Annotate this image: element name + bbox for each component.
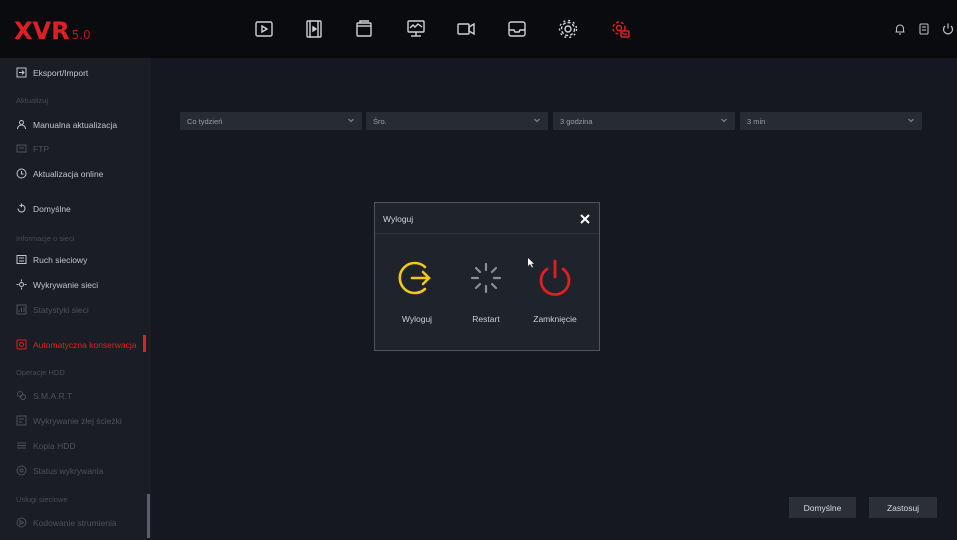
power-icon[interactable] (941, 22, 955, 36)
sidebar-item-smart[interactable]: S.M.A.R.T (16, 390, 72, 401)
sidebar-item-detect-status[interactable]: Status wykrywania (16, 465, 103, 476)
storage-icon[interactable] (504, 16, 530, 42)
sidebar-group-update: Aktualizuj (16, 96, 49, 105)
sidebar-item-bad-track[interactable]: Wykrywanie złej ścieżki (16, 415, 122, 426)
network-traffic-icon (16, 254, 27, 265)
network-stats-icon (16, 304, 27, 315)
sidebar-scrollbar[interactable] (147, 494, 150, 538)
frequency-select[interactable]: Co tydzień (180, 112, 362, 130)
hour-select[interactable]: 3 godzina (553, 112, 735, 130)
logout-icon (398, 261, 431, 295)
stream-encoding-icon (16, 517, 27, 528)
sidebar-group-hdd-operations: Operacje HDD (16, 368, 65, 377)
sidebar-group-network-info: Informacje o sieci (16, 234, 75, 243)
default-icon (16, 203, 27, 214)
close-icon[interactable] (579, 212, 591, 224)
minute-select[interactable]: 3 min (740, 112, 922, 130)
sidebar-item-auto-maintenance[interactable]: Automatyczna konserwacja (16, 339, 136, 350)
shutdown-icon (539, 259, 571, 296)
day-select[interactable]: Śro. (366, 112, 548, 130)
default-button[interactable]: Domyślne (789, 497, 856, 518)
sidebar-item-hdd-copy[interactable]: Kopia HDD (16, 440, 76, 451)
chevron-down-icon (533, 116, 541, 124)
printer-icon[interactable] (917, 22, 931, 36)
import-export-icon (16, 67, 27, 78)
chevron-down-icon (347, 116, 355, 124)
auto-maintenance-icon (16, 339, 27, 350)
restart-icon (470, 262, 502, 294)
detect-status-icon (16, 465, 27, 476)
sidebar-item-network-traffic[interactable]: Ruch sieciowy (16, 254, 87, 265)
sidebar-item-manual-update[interactable]: Manualna aktualizacja (16, 119, 117, 130)
manual-update-icon (16, 119, 27, 130)
video-clip-icon[interactable] (301, 16, 327, 42)
app-logo: XVR 5.0 (14, 17, 91, 45)
online-update-icon (16, 168, 27, 179)
monitor-icon[interactable] (403, 16, 429, 42)
top-bar: XVR 5.0 (0, 0, 957, 58)
dialog-divider (375, 233, 599, 234)
sidebar-item-default[interactable]: Domyślne (16, 203, 71, 214)
sidebar-item-stream-encoding[interactable]: Kodowanie strumienia (16, 517, 117, 528)
chevron-down-icon (720, 116, 728, 124)
camera-icon[interactable] (453, 16, 479, 42)
bad-track-icon (16, 415, 27, 426)
restart-option[interactable]: Restart (456, 256, 516, 324)
sidebar: Eksport/Import Aktualizuj Manualna aktua… (0, 58, 151, 540)
bell-icon[interactable] (893, 22, 907, 36)
sidebar-item-import-export[interactable]: Eksport/Import (16, 67, 88, 78)
maintenance-icon[interactable] (607, 16, 633, 42)
logout-option[interactable]: Wyloguj (387, 256, 447, 324)
dialog-title: Wyloguj (383, 214, 414, 224)
hdd-copy-icon (16, 440, 27, 451)
ftp-icon (16, 143, 27, 154)
sidebar-item-network-detect[interactable]: Wykrywanie sieci (16, 279, 98, 290)
logout-dialog: Wyloguj Wyloguj Restart Zamknięcie (374, 202, 600, 351)
mouse-cursor-icon (528, 258, 534, 268)
settings-icon[interactable] (555, 16, 581, 42)
sidebar-group-network-services: Usługi sieciowe (16, 495, 68, 504)
sidebar-item-ftp[interactable]: FTP (16, 143, 49, 154)
sidebar-item-network-stats[interactable]: Statystyki sieci (16, 304, 89, 315)
chevron-down-icon (907, 116, 915, 124)
network-detect-icon (16, 279, 27, 290)
smart-icon (16, 390, 27, 401)
sidebar-active-indicator (143, 335, 146, 352)
sidebar-item-online-update[interactable]: Aktualizacja online (16, 168, 103, 179)
apply-button[interactable]: Zastosuj (869, 497, 937, 518)
playback-icon[interactable] (251, 16, 277, 42)
files-icon[interactable] (351, 16, 377, 42)
